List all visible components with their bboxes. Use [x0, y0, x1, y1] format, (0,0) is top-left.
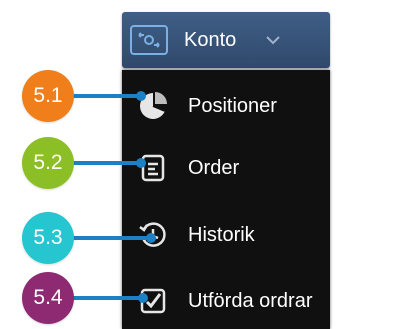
- account-icon: [130, 25, 168, 55]
- menu-item-label: Utförda ordrar: [188, 289, 313, 312]
- callout-leader-dot: [136, 158, 146, 168]
- konto-dropdown-menu: Positioner Order Historik Utförda ordrar: [122, 70, 330, 329]
- callout-badge: 5.4: [22, 272, 74, 324]
- callout-leader-dot: [138, 293, 148, 303]
- chevron-down-icon: [262, 33, 284, 47]
- callout-badge: 5.1: [22, 70, 74, 122]
- menu-item-positioner[interactable]: Positioner: [122, 82, 330, 130]
- menu-item-label: Positioner: [188, 94, 277, 117]
- callout-leader-line: [70, 236, 150, 240]
- callout-badge: 5.2: [22, 137, 74, 189]
- menu-item-order[interactable]: Order: [122, 144, 330, 192]
- callout-leader-dot: [136, 91, 146, 101]
- menu-item-label: Historik: [188, 223, 255, 246]
- callout-leader-line: [70, 94, 140, 98]
- konto-label: Konto: [184, 28, 237, 51]
- callout-leader-dot: [146, 233, 156, 243]
- menu-item-label: Order: [188, 156, 240, 179]
- konto-menu-button[interactable]: Konto: [122, 12, 330, 68]
- callout-leader-line: [70, 161, 140, 165]
- list-icon: [136, 151, 170, 185]
- menu-item-utforda-ordrar[interactable]: Utförda ordrar: [122, 277, 330, 325]
- callout-badge: 5.3: [22, 212, 74, 264]
- callout-leader-line: [70, 296, 142, 300]
